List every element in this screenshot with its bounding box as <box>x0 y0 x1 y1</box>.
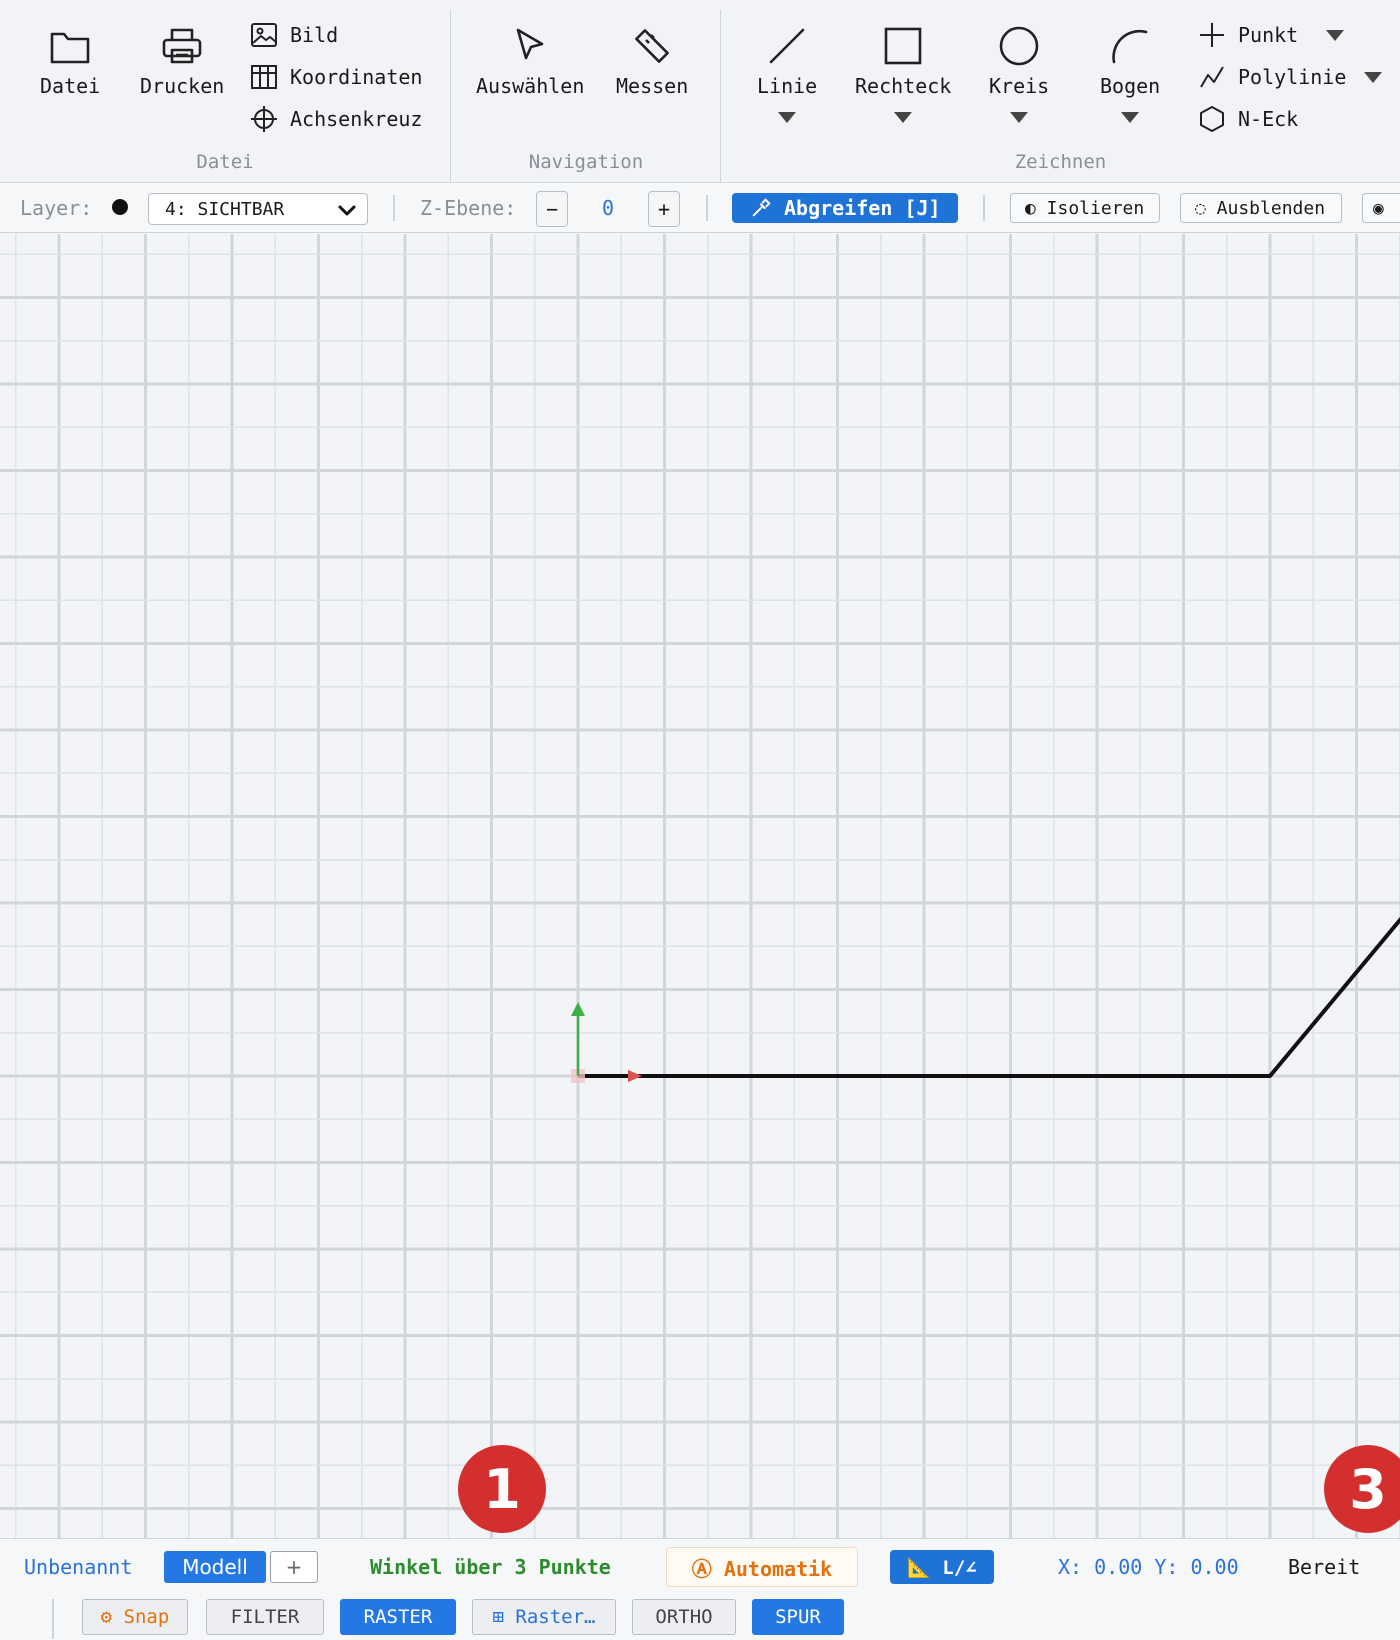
polyline-dropdown-icon[interactable] <box>1364 71 1383 83</box>
print-button[interactable]: Drucken <box>140 22 224 98</box>
cursor-arrow-icon <box>516 28 544 60</box>
chevron-down-icon <box>338 205 356 216</box>
status-state: Bereit <box>1288 1555 1361 1579</box>
select-tool-button[interactable]: Auswählen <box>476 22 584 98</box>
hide-button[interactable]: ◌ Ausblenden <box>1180 193 1342 223</box>
toolbar-divider <box>983 195 985 221</box>
layer-label: Layer: <box>20 196 93 220</box>
ortho-toggle[interactable]: ORTHO <box>632 1599 736 1635</box>
add-layout-tab-button[interactable]: + <box>270 1551 318 1583</box>
polyline-tool-button[interactable]: Polylinie <box>1198 62 1383 92</box>
insert-image-label: Bild <box>290 23 339 47</box>
track-toggle[interactable]: SPUR <box>752 1599 844 1635</box>
filter-toggle[interactable]: FILTER <box>206 1599 324 1635</box>
layer-select[interactable]: 4: SICHTBAR <box>148 193 368 225</box>
ruler-icon <box>635 29 669 63</box>
layer-select-value: 4: SICHTBAR <box>165 198 285 220</box>
ribbon-toolbar: Datei Drucken Bild Koordinaten Achsenkre… <box>0 0 1400 183</box>
point-tool-button[interactable]: Punkt <box>1198 20 1345 50</box>
zlevel-increase-button[interactable]: + <box>648 191 680 227</box>
open-file-label: Datei <box>40 74 101 98</box>
tab-model[interactable]: Modell <box>164 1551 266 1583</box>
x-axis-arrow <box>628 1070 642 1082</box>
rectangle-dropdown-icon[interactable] <box>894 112 913 123</box>
polyline-icon <box>1200 66 1224 88</box>
ribbon-group-file: Datei Drucken Bild Koordinaten Achsenkre… <box>0 0 450 183</box>
rectangle-tool-button[interactable]: Rechteck <box>855 22 951 123</box>
eyedropper-icon <box>752 198 771 217</box>
rectangle-tool-label: Rechteck <box>855 74 952 98</box>
cursor-coordinates: X: 0.00 Y: 0.00 <box>1058 1555 1239 1579</box>
ribbon-group-navigation: Auswählen Messen Navigation <box>451 0 721 183</box>
line-icon <box>769 28 805 64</box>
show-button[interactable]: ◉ <box>1362 193 1400 223</box>
zlevel-decrease-button[interactable]: − <box>536 191 568 227</box>
raster-toggle[interactable]: RASTER <box>340 1599 456 1635</box>
circle-tool-label: Kreis <box>989 74 1050 98</box>
folder-icon <box>50 32 90 64</box>
auto-mode-button[interactable]: Ⓐ Automatik <box>666 1547 858 1587</box>
length-angle-button[interactable]: 📐 L/∠ <box>890 1550 994 1584</box>
pick-button[interactable]: Abgreifen [J] <box>732 193 958 223</box>
line-tool-button[interactable]: Linie <box>757 22 817 123</box>
drawing-layer <box>571 896 1400 1083</box>
zlevel-label: Z-Ebene: <box>420 196 517 220</box>
hexagon-icon <box>1200 106 1224 132</box>
toolbar-divider <box>706 195 708 221</box>
grid-table-icon <box>251 65 277 89</box>
point-dropdown-icon[interactable] <box>1326 29 1345 41</box>
circle-icon <box>999 26 1039 66</box>
layer-toolbar: Layer: 4: SICHTBAR Z-Ebene: − 0 + Abgrei… <box>0 183 1400 233</box>
arc-icon <box>1112 29 1148 64</box>
plus-point-icon <box>1200 23 1224 47</box>
arc-tool-label: Bogen <box>1100 74 1161 98</box>
polygon-tool-button[interactable]: N-Eck <box>1198 104 1298 134</box>
point-tool-label: Punkt <box>1238 23 1299 47</box>
image-icon <box>251 23 277 47</box>
drawn-polyline[interactable] <box>578 896 1400 1078</box>
coordinates-button[interactable]: Koordinaten <box>250 62 422 92</box>
y-axis-arrow <box>571 1002 585 1016</box>
circle-dropdown-icon[interactable] <box>1010 112 1029 123</box>
zlevel-value: 0 <box>602 196 615 220</box>
layer-color-swatch <box>112 199 128 215</box>
circle-tool-button[interactable]: Kreis <box>989 22 1049 123</box>
drawing-canvas[interactable]: 1 3 <box>0 234 1400 1538</box>
ribbon-group-draw: Linie Rechteck Kreis Bogen Punkt Polylin… <box>721 0 1400 183</box>
crosshair-button[interactable]: Achsenkreuz <box>250 104 422 134</box>
printer-icon <box>162 28 202 64</box>
line-tool-label: Linie <box>757 74 818 98</box>
toolbar-divider <box>393 195 395 221</box>
status-divider <box>52 1599 54 1639</box>
step-badge-1: 1 <box>458 1445 546 1533</box>
command-hint: Winkel über 3 Punkte <box>370 1555 611 1579</box>
ribbon-group-draw-title: Zeichnen <box>1014 151 1107 173</box>
open-file-button[interactable]: Datei <box>40 22 100 98</box>
arc-dropdown-icon[interactable] <box>1121 112 1140 123</box>
document-name[interactable]: Unbenannt <box>24 1555 132 1579</box>
crosshair-label: Achsenkreuz <box>290 107 423 131</box>
measure-tool-label: Messen <box>616 74 689 98</box>
ribbon-group-navigation-title: Navigation <box>528 151 644 173</box>
polygon-tool-label: N-Eck <box>1238 107 1299 131</box>
snap-toggle[interactable]: ⚙ Snap <box>82 1599 188 1635</box>
print-label: Drucken <box>140 74 225 98</box>
polyline-tool-label: Polylinie <box>1238 65 1347 89</box>
isolate-button[interactable]: ◐ Isolieren <box>1010 193 1160 223</box>
status-bar: Unbenannt Modell + Winkel über 3 Punkte … <box>0 1538 1400 1640</box>
crosshair-icon <box>251 106 277 132</box>
coordinates-label: Koordinaten <box>290 65 423 89</box>
ribbon-group-file-title: Datei <box>196 151 254 173</box>
line-dropdown-icon[interactable] <box>778 112 797 123</box>
raster-settings-button[interactable]: ⊞ Raster… <box>472 1599 616 1635</box>
pick-label: Abgreifen [J] <box>784 196 941 220</box>
rectangle-icon <box>884 27 922 65</box>
arc-tool-button[interactable]: Bogen <box>1100 22 1160 123</box>
insert-image-button[interactable]: Bild <box>250 20 338 50</box>
select-tool-label: Auswählen <box>476 74 585 98</box>
measure-tool-button[interactable]: Messen <box>616 22 688 98</box>
